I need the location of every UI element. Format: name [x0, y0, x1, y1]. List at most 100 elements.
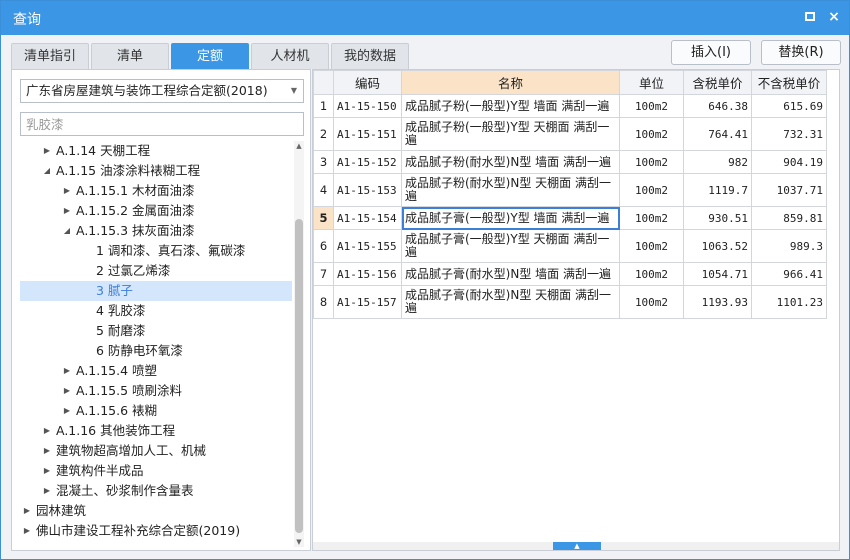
price-with-tax-cell[interactable]: 930.51 [683, 206, 752, 230]
price-without-tax-cell[interactable]: 1037.71 [751, 173, 827, 207]
tree-node[interactable]: ◢ A.1.15.3 抹灰面油漆 [20, 221, 292, 241]
tree-expand-icon[interactable]: ▶ [62, 381, 72, 401]
price-with-tax-cell[interactable]: 982 [683, 150, 752, 174]
tree-node[interactable]: ▶ A.1.15.6 裱糊 [20, 401, 292, 421]
price-with-tax-cell[interactable]: 1119.7 [683, 173, 752, 207]
column-header[interactable]: 编码 [333, 70, 402, 95]
tree-node[interactable]: ▶ 建筑构件半成品 [20, 461, 292, 481]
tree-node[interactable]: 4 乳胶漆 [20, 301, 292, 321]
search-input[interactable] [20, 112, 304, 136]
column-header[interactable]: 不含税单价 [751, 70, 827, 95]
tree-node[interactable]: ▶ A.1.16 其他装饰工程 [20, 421, 292, 441]
code-cell[interactable]: A1-15-156 [333, 262, 402, 286]
unit-cell[interactable]: 100m2 [619, 229, 684, 263]
unit-cell[interactable]: 100m2 [619, 206, 684, 230]
replace-button[interactable]: 替换(R) [761, 40, 841, 65]
tree-node[interactable]: 5 耐磨漆 [20, 321, 292, 341]
price-without-tax-cell[interactable]: 989.3 [751, 229, 827, 263]
table-row[interactable]: 7 A1-15-156 成品腻子膏(耐水型)N型 墙面 满刮一遍 100m2 1054.… [313, 262, 827, 286]
row-number[interactable]: 7 [313, 262, 334, 286]
code-cell[interactable]: A1-15-155 [333, 229, 402, 263]
tree-expand-icon[interactable]: ▶ [62, 361, 72, 381]
name-cell[interactable]: 成品腻子粉(一般型)Y型 墙面 满刮一遍 [401, 94, 620, 118]
name-cell[interactable]: 成品腻子粉(耐水型)N型 天棚面 满刮一遍 [401, 173, 620, 207]
price-without-tax-cell[interactable]: 966.41 [751, 262, 827, 286]
name-cell[interactable]: 成品腻子粉(耐水型)N型 墙面 满刮一遍 [401, 150, 620, 174]
table-row[interactable]: 6 A1-15-155 成品腻子膏(一般型)Y型 天棚面 满刮一遍 100m2 1063… [313, 229, 827, 263]
table-row[interactable]: 8 A1-15-157 成品腻子膏(耐水型)N型 天棚面 满刮一遍 100m2 1193… [313, 285, 827, 319]
tree-node[interactable]: ▶ A.1.15.1 木材面油漆 [20, 181, 292, 201]
table-row[interactable]: 2 A1-15-151 成品腻子粉(一般型)Y型 天棚面 满刮一遍 100m2 764.… [313, 117, 827, 151]
tree-node[interactable]: ▶ 园林建筑 [20, 501, 292, 521]
unit-cell[interactable]: 100m2 [619, 150, 684, 174]
name-cell[interactable]: 成品腻子粉(一般型)Y型 天棚面 满刮一遍 [401, 117, 620, 151]
tree-node[interactable]: ▶ 佛山市建设工程补充综合定额(2019) [20, 521, 292, 541]
code-cell[interactable]: A1-15-157 [333, 285, 402, 319]
tab-3[interactable]: 定额 [171, 43, 249, 69]
price-with-tax-cell[interactable]: 1054.71 [683, 262, 752, 286]
scroll-up-icon[interactable]: ▲ [294, 141, 304, 151]
tree-node[interactable]: 2 过氯乙烯漆 [20, 261, 292, 281]
table-row[interactable]: 3 A1-15-152 成品腻子粉(耐水型)N型 墙面 满刮一遍 100m2 982 90… [313, 150, 827, 174]
scrollbar-thumb[interactable] [295, 219, 303, 533]
price-without-tax-cell[interactable]: 615.69 [751, 94, 827, 118]
tree-node[interactable]: ▶ A.1.15.2 金属面油漆 [20, 201, 292, 221]
quota-library-select[interactable]: 广东省房屋建筑与装饰工程综合定额(2018) ▼ [20, 79, 304, 103]
tab-2[interactable]: 清单 [91, 43, 169, 69]
scroll-down-icon[interactable]: ▼ [294, 537, 304, 547]
code-cell[interactable]: A1-15-154 [333, 206, 402, 230]
price-with-tax-cell[interactable]: 1063.52 [683, 229, 752, 263]
name-cell[interactable]: 成品腻子膏(耐水型)N型 墙面 满刮一遍 [401, 262, 620, 286]
row-number[interactable]: 3 [313, 150, 334, 174]
row-number[interactable]: 2 [313, 117, 334, 151]
tree-node[interactable]: 1 调和漆、真石漆、氟碳漆 [20, 241, 292, 261]
row-number[interactable]: 4 [313, 173, 334, 207]
price-without-tax-cell[interactable]: 859.81 [751, 206, 827, 230]
tree-scrollbar[interactable]: ▲ ▼ [294, 141, 304, 547]
maximize-button[interactable] [801, 8, 819, 26]
column-header[interactable] [313, 70, 334, 95]
row-number[interactable]: 5 [313, 206, 334, 230]
tree-expand-icon[interactable]: ▶ [42, 141, 52, 161]
price-with-tax-cell[interactable]: 764.41 [683, 117, 752, 151]
tab-4[interactable]: 人材机 [251, 43, 329, 69]
scroll-grip-icon[interactable]: ▲ [553, 542, 601, 550]
close-button[interactable]: × [825, 8, 843, 26]
tree-node[interactable]: ▶ A.1.15.4 喷塑 [20, 361, 292, 381]
tree-node[interactable]: ◢ A.1.15 油漆涂料裱糊工程 [20, 161, 292, 181]
tree-node[interactable]: ▶ A.1.15.5 喷刷涂料 [20, 381, 292, 401]
name-cell[interactable]: 成品腻子膏(一般型)Y型 天棚面 满刮一遍 [401, 229, 620, 263]
row-number[interactable]: 1 [313, 94, 334, 118]
tree-collapse-icon[interactable]: ◢ [62, 221, 72, 241]
price-with-tax-cell[interactable]: 646.38 [683, 94, 752, 118]
unit-cell[interactable]: 100m2 [619, 173, 684, 207]
tree-expand-icon[interactable]: ▶ [42, 461, 52, 481]
tree-node[interactable]: ▶ 混凝土、砂浆制作含量表 [20, 481, 292, 501]
tree-expand-icon[interactable]: ▶ [22, 501, 32, 521]
chevron-down-icon[interactable]: ▼ [291, 80, 297, 102]
tree-expand-icon[interactable]: ▶ [22, 521, 32, 541]
name-cell[interactable]: 成品腻子膏(耐水型)N型 天棚面 满刮一遍 [401, 285, 620, 319]
grid-horizontal-scrollbar[interactable]: ▲ [313, 542, 839, 550]
tree-node[interactable]: ▶ 建筑物超高增加人工、机械 [20, 441, 292, 461]
table-row[interactable]: 1 A1-15-150 成品腻子粉(一般型)Y型 墙面 满刮一遍 100m2 646.3… [313, 94, 827, 118]
code-cell[interactable]: A1-15-151 [333, 117, 402, 151]
tree-collapse-icon[interactable]: ◢ [42, 161, 52, 181]
tree-node[interactable]: 3 腻子 [20, 281, 292, 301]
code-cell[interactable]: A1-15-152 [333, 150, 402, 174]
unit-cell[interactable]: 100m2 [619, 285, 684, 319]
tree-expand-icon[interactable]: ▶ [62, 181, 72, 201]
price-without-tax-cell[interactable]: 732.31 [751, 117, 827, 151]
price-without-tax-cell[interactable]: 904.19 [751, 150, 827, 174]
tree-node[interactable]: 6 防静电环氧漆 [20, 341, 292, 361]
tree-expand-icon[interactable]: ▶ [42, 441, 52, 461]
tree-node[interactable]: ▶ A.1.14 天棚工程 [20, 141, 292, 161]
tree-expand-icon[interactable]: ▶ [42, 481, 52, 501]
code-cell[interactable]: A1-15-153 [333, 173, 402, 207]
tree-expand-icon[interactable]: ▶ [62, 401, 72, 421]
unit-cell[interactable]: 100m2 [619, 117, 684, 151]
insert-button[interactable]: 插入(I) [671, 40, 751, 65]
column-header[interactable]: 名称 [401, 70, 620, 95]
price-with-tax-cell[interactable]: 1193.93 [683, 285, 752, 319]
row-number[interactable]: 8 [313, 285, 334, 319]
